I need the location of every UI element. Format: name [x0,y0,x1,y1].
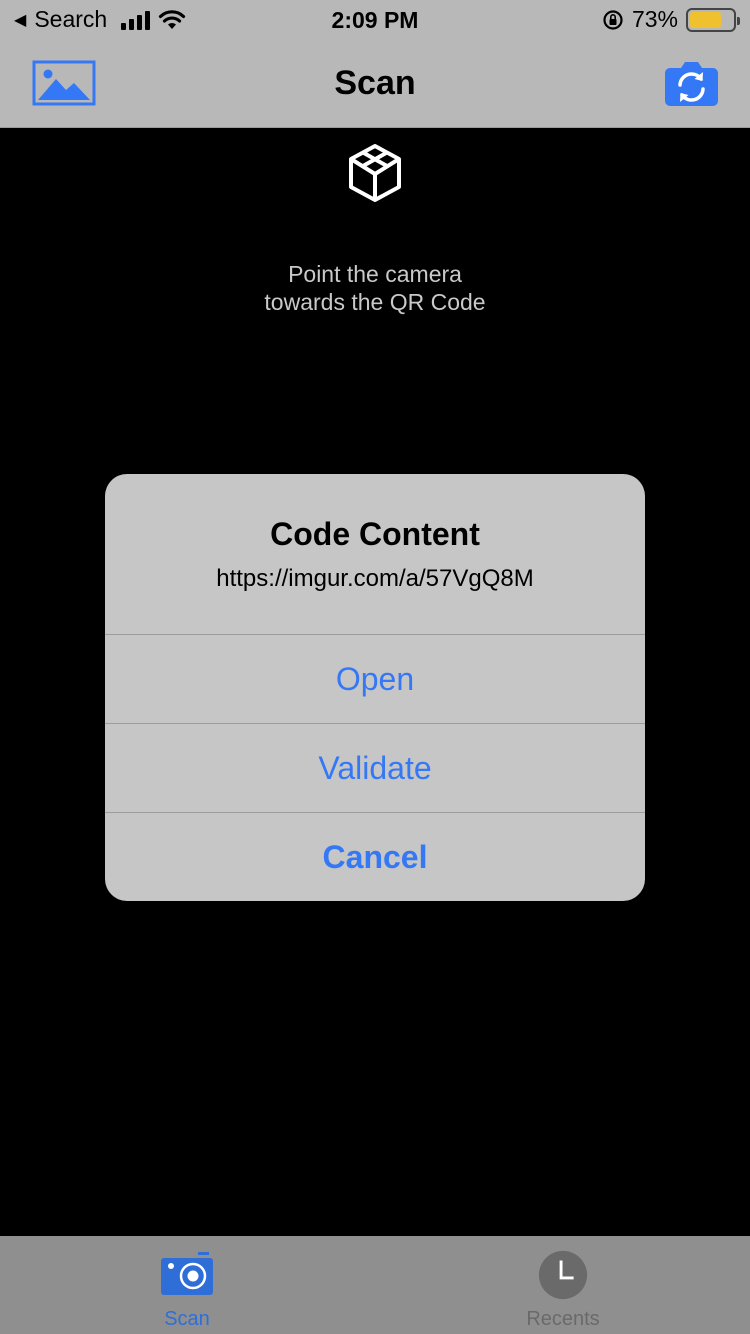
camera-icon [161,1252,213,1295]
status-bar: ◀ Search 2:09 PM 73% [0,0,750,42]
page-title: Scan [334,64,416,102]
clock-icon [538,1250,588,1300]
alert-message: https://imgur.com/a/57VgQ8M [216,565,534,592]
code-content-alert: Code Content https://imgur.com/a/57VgQ8M… [105,474,645,901]
battery-percentage: 73% [631,6,678,32]
cancel-button[interactable]: Cancel [105,812,645,901]
battery-level [690,11,721,28]
ar-cube-icon [349,144,401,202]
open-button[interactable]: Open [105,634,645,723]
scan-instruction: Point the camera towards the QR Code [0,260,750,316]
tab-recents[interactable]: Recents [463,1236,663,1334]
instruction-line-1: Point the camera [288,261,462,287]
switch-camera-icon[interactable] [664,60,719,106]
orientation-lock-icon [603,9,623,30]
battery-icon [686,7,740,32]
alert-title: Code Content [270,516,480,552]
tab-bar: Scan Recents [0,1236,750,1334]
navigation-bar: Scan [0,42,750,128]
tab-scan-label: Scan [164,1308,210,1330]
instruction-line-2: towards the QR Code [264,289,486,315]
tab-recents-label: Recents [526,1308,600,1330]
tab-scan[interactable]: Scan [87,1236,287,1334]
validate-button[interactable]: Validate [105,723,645,812]
